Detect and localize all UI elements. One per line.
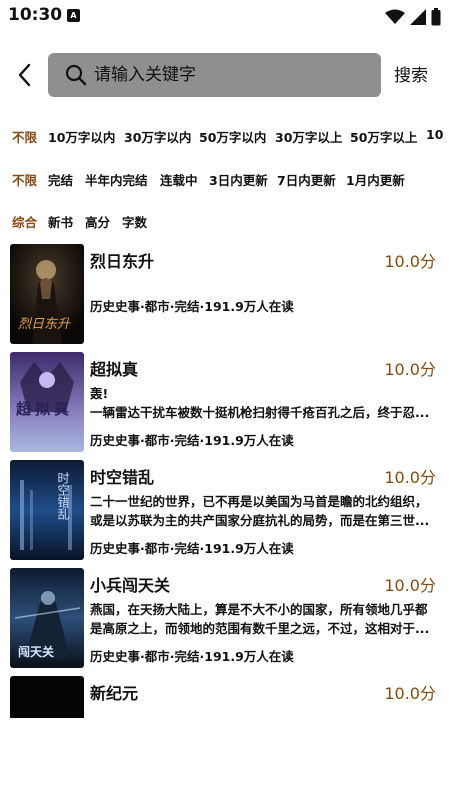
book-score: 10.0分 — [384, 576, 436, 595]
search-input[interactable] — [94, 53, 374, 97]
word-count-filter: 不限 10万字以内 30万字以内 50万字以内 30万字以上 50万字以上 10 — [0, 123, 449, 149]
book-description: 燕国，在天扬大陆上，算是不大不小的国家，所有领地几乎都 是高原之上，而领地的范围… — [90, 600, 430, 638]
status-bar: 10:30 A — [0, 0, 449, 32]
filter-word-unlimited[interactable]: 不限 — [12, 127, 37, 146]
battery-icon — [431, 7, 441, 25]
signal-icon — [409, 8, 426, 25]
book-meta: 历史史事·都市·完结·191.9万人在读 — [90, 299, 294, 314]
book-description-line: 二十一世纪的世界，已不再是以美国为马首是瞻的北约组织， — [90, 494, 428, 509]
back-button[interactable] — [12, 60, 38, 90]
book-description-line: 轰! — [90, 386, 109, 401]
wifi-icon — [384, 9, 405, 24]
filter-status-completed-half-year[interactable]: 半年内完结 — [85, 170, 148, 189]
filter-word-under-30w[interactable]: 30万字以内 — [124, 127, 191, 146]
book-description-line: 燕国，在天扬大陆上，算是不大不小的国家，所有领地几乎都 — [90, 602, 428, 617]
search-box[interactable] — [48, 53, 381, 97]
book-meta: 历史史事·都市·完结·191.9万人在读 — [90, 649, 294, 664]
book-score: 10.0分 — [384, 468, 436, 487]
book-score: 10.0分 — [384, 684, 436, 703]
book-cover: 超拟真 — [10, 352, 84, 452]
filter-word-over-30w[interactable]: 30万字以上 — [275, 127, 342, 146]
book-description: 二十一世纪的世界，已不再是以美国为马首是瞻的北约组织， 或是以苏联为主的共产国家… — [90, 492, 430, 530]
back-arrow-icon — [18, 63, 31, 87]
search-bar: 搜索 — [0, 48, 449, 102]
book-score: 10.0分 — [384, 252, 436, 271]
book-title: 烈日东升 — [90, 252, 155, 271]
sort-filter: 综合 新书 高分 字数 — [0, 208, 449, 234]
book-cover-title: 超拟真 — [16, 400, 74, 418]
book-meta: 历史史事·都市·完结·191.9万人在读 — [90, 541, 294, 556]
filter-word-under-10w[interactable]: 10万字以内 — [48, 127, 115, 146]
status-filter: 不限 完结 半年内完结 连载中 3日内更新 7日内更新 1月内更新 — [0, 166, 449, 192]
filter-status-updated-1m[interactable]: 1月内更新 — [346, 170, 405, 189]
sort-comprehensive[interactable]: 综合 — [12, 212, 37, 231]
book-meta: 历史史事·都市·完结·191.9万人在读 — [90, 433, 294, 448]
filter-status-unlimited[interactable]: 不限 — [12, 170, 37, 189]
filter-status-completed[interactable]: 完结 — [48, 170, 73, 189]
sort-high-score[interactable]: 高分 — [85, 212, 110, 231]
book-title: 新纪元 — [90, 684, 139, 703]
status-time: 10:30 — [8, 5, 63, 25]
book-description-line: 或是以苏联为主的共产国家分庭抗礼的局势，而是在第三世... — [90, 513, 430, 528]
book-description-line: 一辆雷达干扰车被数十挺机枪扫射得千疮百孔之后，终于忍... — [90, 405, 430, 420]
book-cover: 时空错乱 — [10, 460, 84, 560]
book-item[interactable]: 新纪元 10.0分 — [0, 676, 449, 718]
filter-status-updated-3d[interactable]: 3日内更新 — [209, 170, 268, 189]
book-cover-title: 闯天关 — [18, 645, 55, 659]
book-item[interactable]: 烈日东升 烈日东升 10.0分 历史史事·都市·完结·191.9万人在读 — [0, 244, 449, 348]
book-title: 时空错乱 — [90, 468, 155, 487]
filter-word-over-50w[interactable]: 50万字以上 — [350, 127, 417, 146]
book-item[interactable]: 闯天关 小兵闯天关 10.0分 燕国，在天扬大陆上，算是不大不小的国家，所有领地… — [0, 568, 449, 672]
book-cover-title: 时空错乱 — [56, 472, 70, 520]
book-title: 小兵闯天关 — [90, 576, 171, 595]
book-title: 超拟真 — [90, 360, 139, 379]
book-score: 10.0分 — [384, 360, 436, 379]
filter-status-updated-7d[interactable]: 7日内更新 — [277, 170, 336, 189]
book-description: 轰! 一辆雷达干扰车被数十挺机枪扫射得千疮百孔之后，终于忍... — [90, 384, 430, 422]
book-item[interactable]: 超拟真 超拟真 10.0分 轰! 一辆雷达干扰车被数十挺机枪扫射得千疮百孔之后，… — [0, 352, 449, 456]
status-icons — [384, 6, 441, 26]
sort-new[interactable]: 新书 — [48, 212, 73, 231]
notification-a-icon: A — [67, 9, 80, 22]
book-item[interactable]: 时空错乱 时空错乱 10.0分 二十一世纪的世界，已不再是以美国为马首是瞻的北约… — [0, 460, 449, 564]
filter-word-under-50w[interactable]: 50万字以内 — [199, 127, 266, 146]
sort-word-count[interactable]: 字数 — [122, 212, 147, 231]
book-cover-title: 烈日东升 — [18, 317, 71, 332]
filter-status-ongoing[interactable]: 连载中 — [160, 170, 198, 189]
book-cover: 闯天关 — [10, 568, 84, 668]
book-cover: 烈日东升 — [10, 244, 84, 344]
book-description-line: 是高原之上，而领地的范围有数千里之远，不过，这相对于... — [90, 621, 430, 636]
book-cover — [10, 676, 84, 718]
filter-word-more[interactable]: 10 — [426, 127, 443, 142]
search-icon — [65, 64, 87, 86]
search-button[interactable]: 搜索 — [394, 61, 428, 86]
